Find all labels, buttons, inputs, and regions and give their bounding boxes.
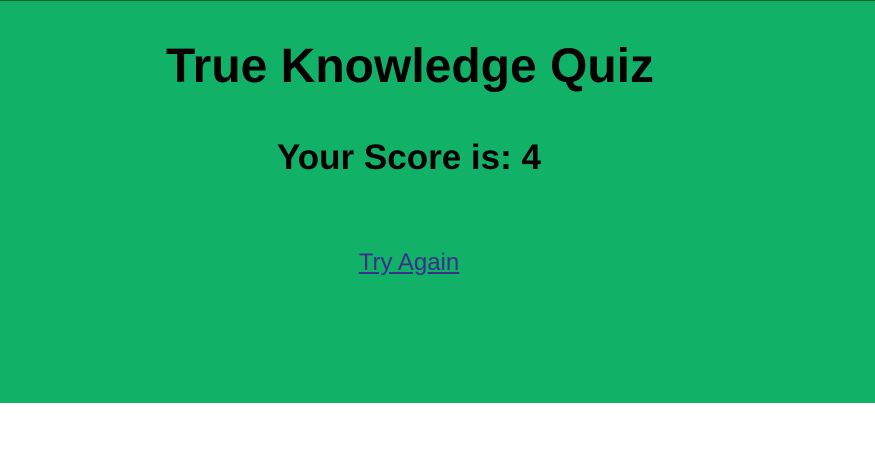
score-value: 4 xyxy=(521,138,541,177)
try-again-link[interactable]: Try Again xyxy=(359,249,460,276)
quiz-result-panel: True Knowledge Quiz Your Score is: 4 Try… xyxy=(0,0,875,403)
score-label: Your Score is: xyxy=(277,138,522,177)
try-again-container: Try Again xyxy=(0,248,818,278)
quiz-title: True Knowledge Quiz xyxy=(165,40,655,93)
score-heading: Your Score is: 4 xyxy=(0,137,818,179)
